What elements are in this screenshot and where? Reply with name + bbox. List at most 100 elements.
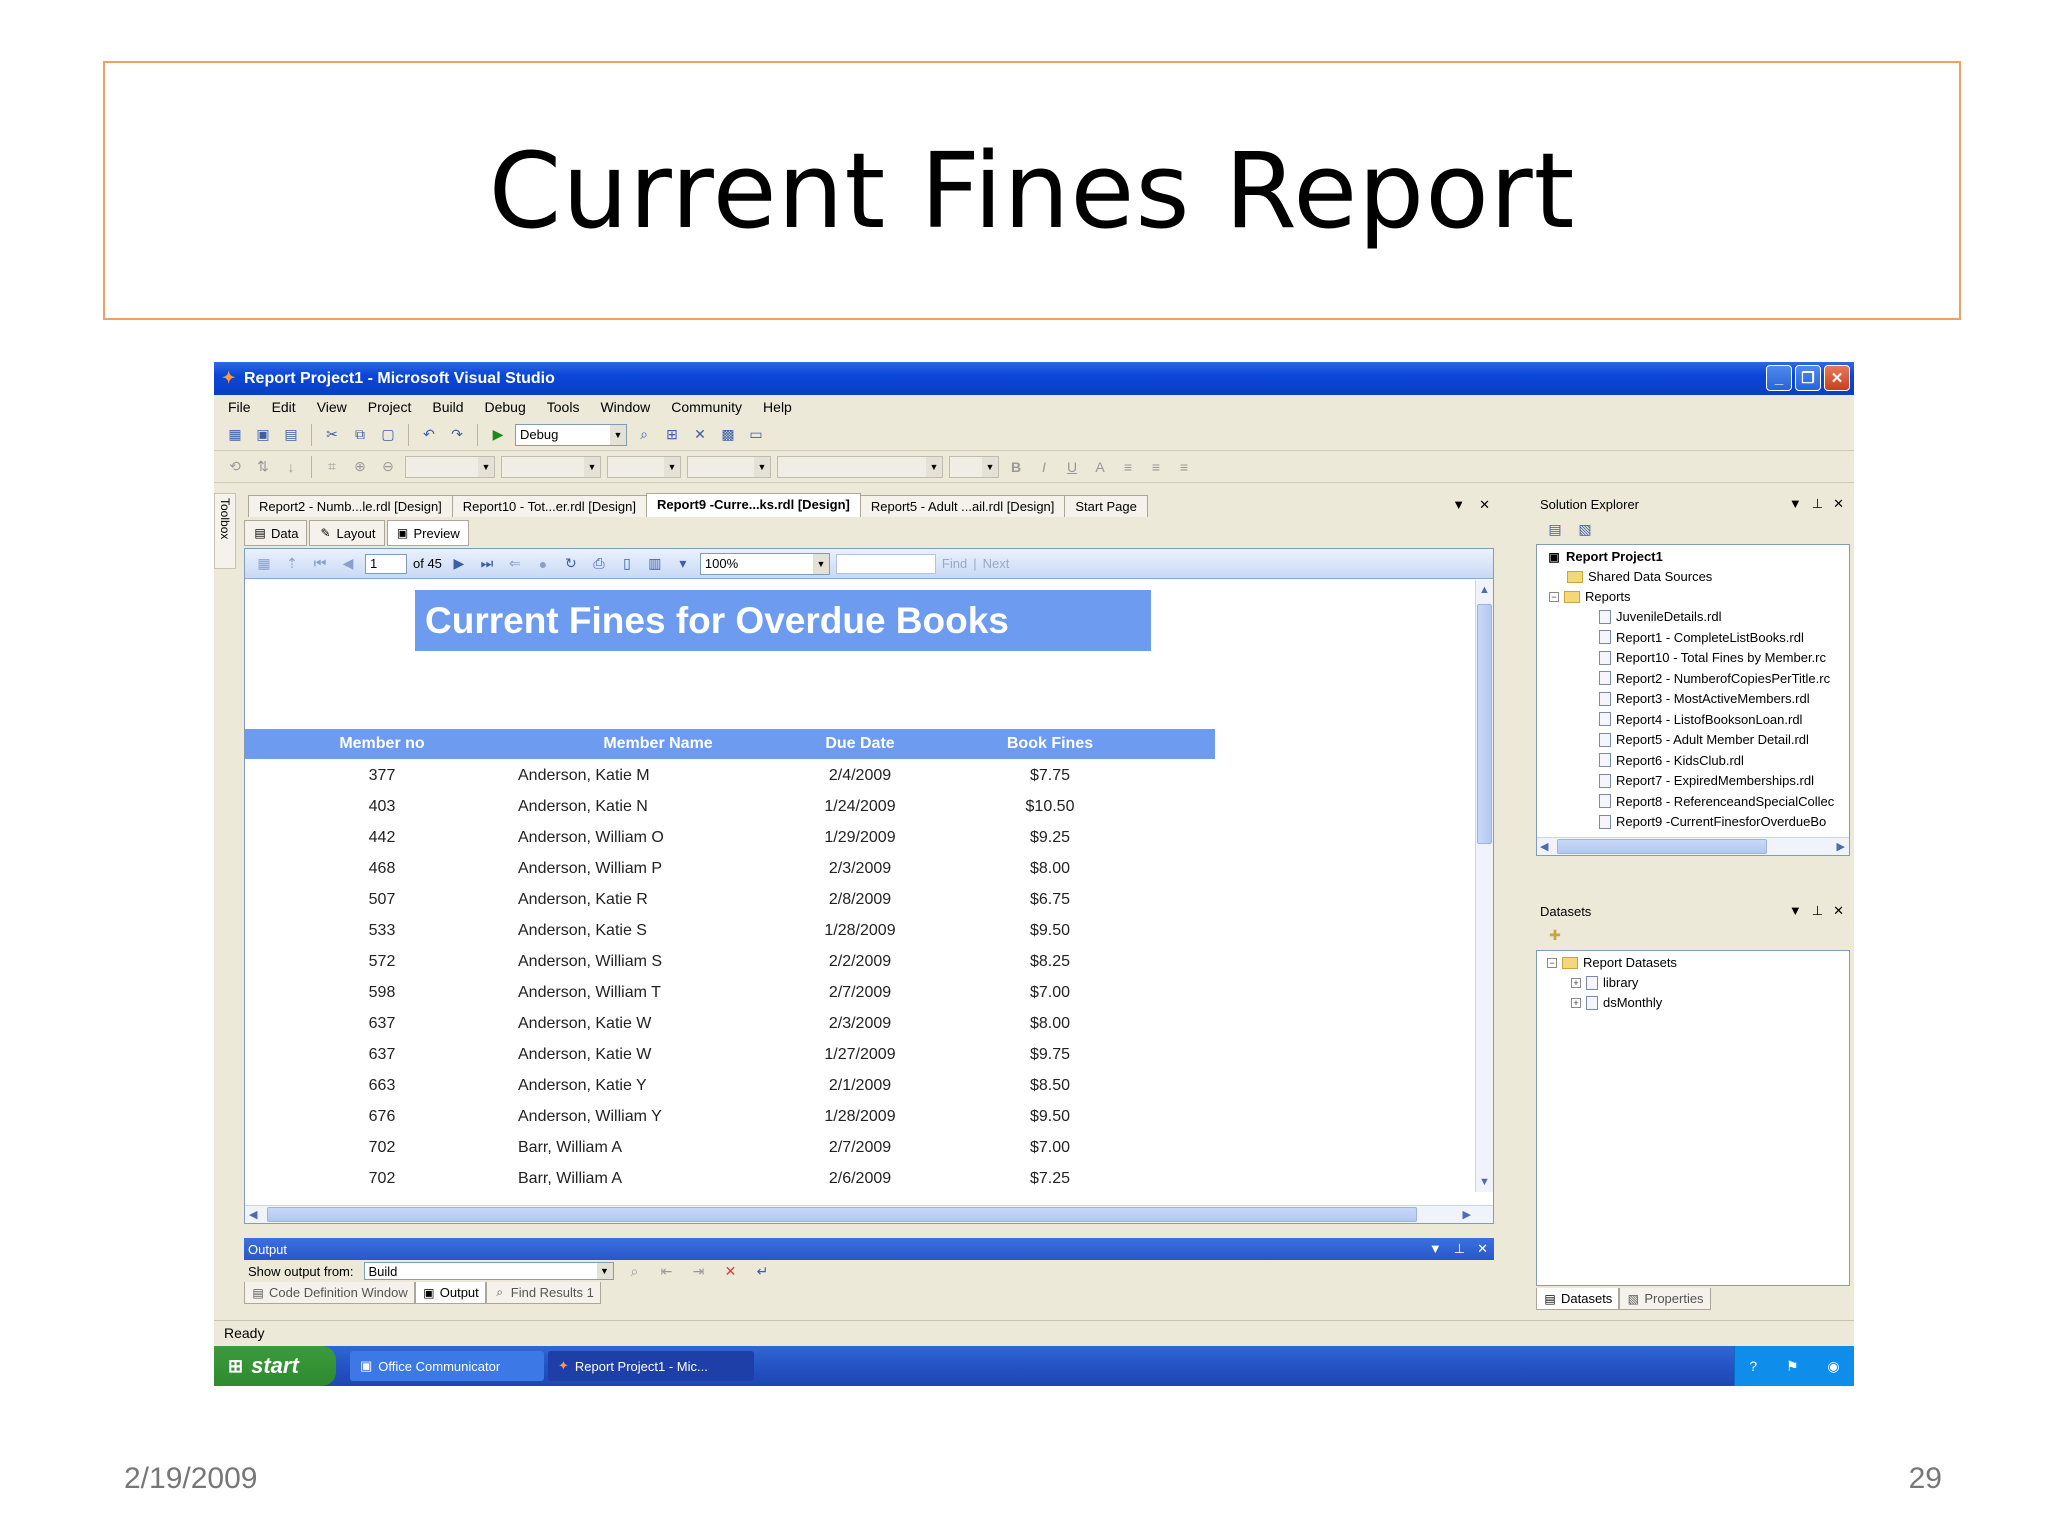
prev-message-icon[interactable]: ⇤ <box>656 1260 678 1282</box>
vertical-scrollbar[interactable]: ▲ ▼ <box>1475 580 1493 1192</box>
collapse-icon[interactable]: − <box>1549 591 1559 602</box>
start-debug-icon[interactable]: ▶ <box>487 424 509 446</box>
scroll-thumb[interactable] <box>267 1207 1417 1222</box>
tab-report2[interactable]: Report2 - Numb...le.rdl [Design] <box>248 495 453 517</box>
paste-icon[interactable]: ▢ <box>377 424 399 446</box>
scroll-right-icon[interactable]: ▶ <box>1463 1208 1471 1221</box>
tree-reports-folder[interactable]: − Reports <box>1549 589 1631 604</box>
tab-output[interactable]: ▣ Output <box>414 1282 486 1304</box>
menu-view[interactable]: View <box>317 399 347 415</box>
find-link[interactable]: Find <box>942 556 967 571</box>
font-select[interactable]: ▼ <box>405 455 495 478</box>
first-page-icon[interactable]: ⏮ <box>309 553 331 575</box>
tree-dataset-dsmonthly[interactable]: + dsMonthly <box>1571 995 1662 1010</box>
tab-properties[interactable]: ▧ Properties <box>1619 1288 1711 1310</box>
menu-file[interactable]: File <box>228 399 251 415</box>
chevron-down-icon[interactable]: ▼ <box>1429 1241 1442 1257</box>
tab-report9[interactable]: Report9 -Curre...ks.rdl [Design] <box>645 493 861 517</box>
sort-az-icon[interactable]: ↓ <box>280 456 302 478</box>
find-message-icon[interactable]: ⌕ <box>624 1260 646 1282</box>
weight-select[interactable]: ▼ <box>687 455 771 478</box>
menu-tools[interactable]: Tools <box>547 399 580 415</box>
menu-project[interactable]: Project <box>368 399 412 415</box>
back-icon[interactable]: ⇐ <box>504 553 526 575</box>
parameters-icon[interactable]: ⇡ <box>281 553 303 575</box>
scroll-thumb[interactable] <box>1557 839 1767 854</box>
word-wrap-icon[interactable]: ↵ <box>752 1260 774 1282</box>
close-icon[interactable]: ✕ <box>1833 903 1844 919</box>
scroll-left-icon[interactable]: ◀ <box>1540 840 1548 853</box>
tree-horizontal-scrollbar[interactable]: ◀ ▶ <box>1537 837 1849 855</box>
previous-page-icon[interactable]: ◀ <box>337 553 359 575</box>
group-icon[interactable]: ⌗ <box>321 456 343 478</box>
tree-project[interactable]: ▣ Report Project1 <box>1547 549 1662 564</box>
next-link[interactable]: Next <box>983 556 1010 571</box>
find-input[interactable] <box>835 553 936 574</box>
minimize-icon[interactable]: _ <box>1766 365 1792 391</box>
align-left-icon[interactable]: ≡ <box>1117 456 1139 478</box>
tree-report-file[interactable]: Report6 - KidsClub.rdl <box>1599 753 1744 768</box>
zoom-select[interactable]: 100% ▼ <box>699 552 830 575</box>
network-icon[interactable]: ⚑ <box>1786 1358 1799 1375</box>
expand-icon[interactable]: + <box>1571 977 1581 988</box>
menu-window[interactable]: Window <box>600 399 650 415</box>
add-dataset-icon[interactable]: ✚ <box>1544 924 1566 946</box>
bold-icon[interactable]: B <box>1005 456 1027 478</box>
tree-report-file[interactable]: JuvenileDetails.rdl <box>1599 609 1722 624</box>
print-icon[interactable]: ⎙ <box>588 553 610 575</box>
solution-explorer-icon[interactable]: ⊞ <box>661 424 683 446</box>
tab-preview[interactable]: ▣ Preview <box>386 520 469 546</box>
last-page-icon[interactable]: ⏭ <box>476 553 498 575</box>
tree-report-file[interactable]: Report2 - NumberofCopiesPerTitle.rc <box>1599 671 1830 686</box>
zoom-out-icon[interactable]: ⊖ <box>377 456 399 478</box>
close-icon[interactable]: ✕ <box>1477 1241 1488 1257</box>
size-select[interactable]: ▼ <box>607 455 681 478</box>
page-number-input[interactable] <box>365 553 407 574</box>
collapse-icon[interactable]: − <box>1547 957 1557 968</box>
scroll-left-icon[interactable]: ◀ <box>249 1208 257 1221</box>
window-titlebar[interactable]: ✦ Report Project1 - Microsoft Visual Stu… <box>214 362 1854 395</box>
scroll-down-icon[interactable]: ▼ <box>1479 1176 1490 1188</box>
undo-icon[interactable]: ↶ <box>418 424 440 446</box>
tab-list-chevron-icon[interactable]: ▼ <box>1452 497 1465 513</box>
show-all-files-icon[interactable]: ▧ <box>1574 518 1596 540</box>
toolbox-icon[interactable]: ▭ <box>745 424 767 446</box>
tab-report10[interactable]: Report10 - Tot...er.rdl [Design] <box>451 495 647 517</box>
scroll-right-icon[interactable]: ▶ <box>1837 840 1845 853</box>
restore-icon[interactable]: ❐ <box>1795 365 1821 391</box>
tab-datasets[interactable]: ▤ Datasets <box>1536 1288 1620 1310</box>
solution-config-select[interactable]: Debug ▼ <box>515 423 627 446</box>
tree-report-file[interactable]: Report5 - Adult Member Detail.rdl <box>1599 732 1809 747</box>
communicator-status-icon[interactable]: ◉ <box>1827 1358 1839 1375</box>
tree-report-datasets[interactable]: − Report Datasets <box>1547 955 1677 970</box>
zoom-in-icon[interactable]: ⊕ <box>349 456 371 478</box>
tree-report-file[interactable]: Report9 -CurrentFinesforOverdueBo <box>1599 814 1826 829</box>
sort-icon[interactable]: ⇅ <box>252 456 274 478</box>
expand-icon[interactable]: + <box>1571 997 1581 1008</box>
start-button[interactable]: ⊞ start <box>214 1346 336 1386</box>
tree-report-file[interactable]: Report4 - ListofBooksonLoan.rdl <box>1599 712 1802 727</box>
toolbox-tab[interactable]: Toolbox <box>214 493 236 569</box>
tab-code-definition-window[interactable]: ▤ Code Definition Window <box>244 1282 415 1304</box>
close-icon[interactable]: ✕ <box>1824 365 1850 391</box>
clear-all-icon[interactable]: ✕ <box>720 1260 742 1282</box>
menu-debug[interactable]: Debug <box>485 399 526 415</box>
task-office-communicator[interactable]: ▣ Office Communicator <box>350 1351 544 1381</box>
scroll-thumb[interactable] <box>1477 604 1492 844</box>
italic-icon[interactable]: I <box>1033 456 1055 478</box>
tree-dataset-library[interactable]: + library <box>1571 975 1638 990</box>
properties-icon[interactable]: ✕ <box>689 424 711 446</box>
tree-report-file[interactable]: Report1 - CompleteListBooks.rdl <box>1599 630 1804 645</box>
help-icon[interactable]: ? <box>1749 1358 1757 1374</box>
close-icon[interactable]: ✕ <box>1833 496 1844 512</box>
chevron-down-icon[interactable]: ▼ <box>1789 496 1802 512</box>
cut-icon[interactable]: ✂ <box>321 424 343 446</box>
style-select[interactable]: ▼ <box>501 455 601 478</box>
redo-icon[interactable]: ↷ <box>446 424 468 446</box>
output-source-select[interactable]: Build ▼ <box>363 1262 614 1280</box>
scroll-up-icon[interactable]: ▲ <box>1479 584 1490 596</box>
align-right-icon[interactable]: ≡ <box>1173 456 1195 478</box>
document-map-icon[interactable]: ▦ <box>253 553 275 575</box>
next-page-icon[interactable]: ▶ <box>448 553 470 575</box>
refresh-icon[interactable]: ↻ <box>560 553 582 575</box>
